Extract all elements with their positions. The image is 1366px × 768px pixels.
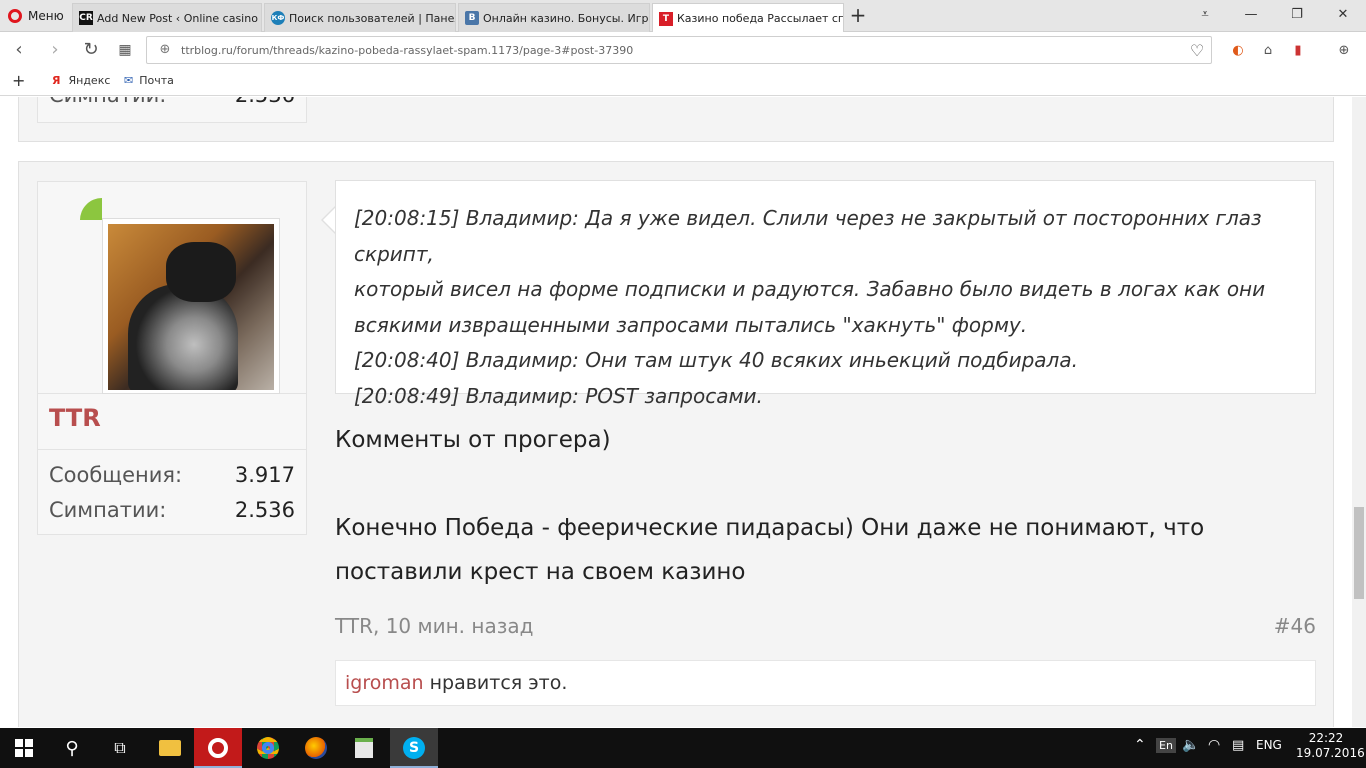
tab-online-casino[interactable]: В Онлайн казино. Бонусы. Игр: [458, 3, 650, 32]
quote-line: [20:08:49] Владимир: POST запросами.: [354, 383, 763, 408]
clock-time: 22:22: [1308, 731, 1344, 745]
new-tab-button[interactable]: +: [848, 5, 868, 25]
stat-row-messages: Сообщения: 3.917: [49, 463, 295, 487]
stat-label: Сообщения:: [49, 463, 183, 487]
stat-value: 3.917: [234, 463, 295, 487]
task-view-icon[interactable]: ⧉: [96, 728, 144, 768]
likes-summary: igroman нравится это.: [335, 660, 1316, 706]
stat-value: 2.536: [235, 97, 295, 107]
tab-user-search[interactable]: КФ Поиск пользователей | Панель: [264, 3, 456, 32]
menu-label: Меню: [28, 9, 64, 23]
bookmark-label: Яндекс: [68, 74, 111, 87]
post-paragraph: Комменты от прогера): [335, 427, 611, 453]
previous-post: Симпатии: 2.536: [18, 97, 1334, 142]
username-link[interactable]: TTR: [49, 404, 101, 432]
tab-title: Онлайн казино. Бонусы. Игр: [483, 11, 649, 25]
dog-head-shape: [166, 242, 236, 302]
post-meta: TTR, 10 мин. назад #46: [335, 614, 1316, 638]
notepad-icon[interactable]: [340, 728, 388, 768]
add-bookmark-icon[interactable]: +: [12, 71, 25, 90]
tab-menu-icon[interactable]: ⩡: [1190, 4, 1220, 26]
post-paragraph: Конечно Победа - феерические пидарасы) О…: [335, 506, 1315, 594]
avatar-image: [108, 224, 274, 390]
avatar[interactable]: [102, 218, 280, 394]
download-icon[interactable]: ⊕: [1334, 41, 1354, 61]
volume-icon[interactable]: 🔈: [1182, 737, 1199, 753]
speed-dial-icon[interactable]: ▦: [114, 39, 136, 61]
globe-icon: ⊕: [159, 42, 171, 57]
tab-add-new-post[interactable]: CR Add New Post ‹ Online casino: [72, 3, 262, 32]
windows-logo-icon: [15, 739, 33, 757]
tab-bar: Меню CR Add New Post ‹ Online casino КФ …: [0, 0, 1366, 33]
stat-value: 2.536: [234, 498, 295, 522]
quote-block: [20:08:15] Владимир: Да я уже видел. Сли…: [335, 180, 1316, 408]
network-icon[interactable]: ◠: [1208, 737, 1220, 753]
firefox-icon[interactable]: [292, 728, 340, 768]
windows-taskbar: ⚲ ⧉ S ⌃ En 🔈 ◠ ▤ ENG 22:22 19.07.2016: [0, 728, 1366, 768]
notifications-icon[interactable]: ▤: [1232, 738, 1244, 753]
clock[interactable]: 22:22 19.07.2016: [1296, 731, 1365, 761]
stat-row-likes: Симпатии: 2.536: [49, 498, 295, 522]
start-button[interactable]: [0, 728, 48, 768]
navigation-bar: ‹ › ↻ ▦ ⊕ ttrblog.ru/forum/threads/kazin…: [0, 32, 1366, 68]
url-text[interactable]: ttrblog.ru/forum/threads/kazino-pobeda-r…: [181, 44, 1183, 57]
tab-title: Add New Post ‹ Online casino: [97, 11, 258, 25]
show-hidden-icons[interactable]: ⌃: [1134, 737, 1146, 753]
kf-favicon-icon: КФ: [271, 11, 285, 25]
address-bar[interactable]: ⊕ ttrblog.ru/forum/threads/kazino-pobeda…: [146, 36, 1212, 64]
mail-icon: ✉: [124, 74, 134, 87]
quote-line: [20:08:40] Владимир: Они там штук 40 вся…: [354, 348, 1078, 372]
forum-page: Симпатии: 2.536 TTR Сообщения: 3.917 Сим…: [0, 97, 1352, 727]
scrollbar-thumb[interactable]: [1354, 507, 1364, 599]
page-scrollbar[interactable]: [1352, 97, 1366, 727]
cr-favicon-icon: CR: [79, 11, 93, 25]
vpn-extension-icon[interactable]: ⌂: [1258, 41, 1278, 61]
bookmark-heart-icon[interactable]: ♡: [1183, 41, 1211, 60]
quote-line: всякими извращенными запросами пытались …: [354, 312, 1028, 337]
tab-title: Поиск пользователей | Панель: [289, 11, 455, 25]
forum-post: TTR Сообщения: 3.917 Симпатии: 2.536 [20…: [18, 161, 1334, 727]
opera-logo-icon: [8, 9, 22, 23]
opera-taskbar-icon[interactable]: [194, 728, 242, 768]
restore-button[interactable]: ❐: [1282, 4, 1312, 26]
likes-text: нравится это.: [423, 672, 568, 694]
tab-title: Казино победа Рассылает спам: [677, 12, 843, 25]
minimize-button[interactable]: —: [1236, 4, 1266, 26]
bookmark-yandex[interactable]: Я Яндекс: [52, 74, 110, 87]
opera-menu-button[interactable]: Меню: [0, 0, 70, 32]
reload-button[interactable]: ↻: [80, 39, 102, 61]
skype-icon[interactable]: S: [390, 728, 438, 768]
post-author-time[interactable]: TTR, 10 мин. назад: [335, 614, 533, 638]
close-button[interactable]: ✕: [1328, 4, 1358, 26]
input-indicator[interactable]: En: [1156, 738, 1176, 753]
user-info-panel: TTR Сообщения: 3.917 Симпатии: 2.536: [37, 181, 307, 535]
post-number-link[interactable]: #46: [1274, 614, 1316, 638]
post-paragraph-line: Конечно Победа - феерические пидарасы) О…: [335, 515, 1205, 541]
bookmark-label: Почта: [139, 74, 174, 87]
chrome-icon[interactable]: [244, 728, 292, 768]
tab-kazino-pobeda[interactable]: T Казино победа Рассылает спам: [652, 3, 844, 33]
search-icon[interactable]: ⚲: [48, 728, 96, 768]
ttr-favicon-icon: T: [659, 11, 673, 26]
file-explorer-icon[interactable]: [146, 728, 194, 768]
back-button[interactable]: ‹: [8, 39, 30, 61]
prev-user-stats: Симпатии: 2.536: [37, 97, 307, 123]
liker-link[interactable]: igroman: [345, 672, 424, 694]
forward-button[interactable]: ›: [44, 39, 66, 61]
stat-label: Симпатии:: [49, 97, 166, 107]
post-paragraph-line: поставили крест на своем казино: [335, 559, 746, 585]
stat-label: Симпатии:: [49, 498, 167, 522]
clock-date: 19.07.2016: [1296, 746, 1365, 760]
language-switch[interactable]: ENG: [1256, 738, 1282, 752]
quote-line: который висел на форме подписки и радуют…: [354, 277, 1266, 301]
yandex-icon: Я: [52, 74, 61, 87]
extension-icon[interactable]: ◐: [1228, 41, 1248, 61]
pdf-extension-icon[interactable]: ▮: [1288, 41, 1308, 61]
vk-favicon-icon: В: [465, 11, 479, 25]
bookmark-mail[interactable]: ✉ Почта: [124, 74, 174, 87]
bookmarks-bar: + Я Яндекс ✉ Почта: [0, 68, 1366, 96]
stat-row: Симпатии: 2.536: [49, 97, 295, 107]
quote-line: [20:08:15] Владимир: Да я уже видел. Сли…: [354, 206, 1262, 266]
